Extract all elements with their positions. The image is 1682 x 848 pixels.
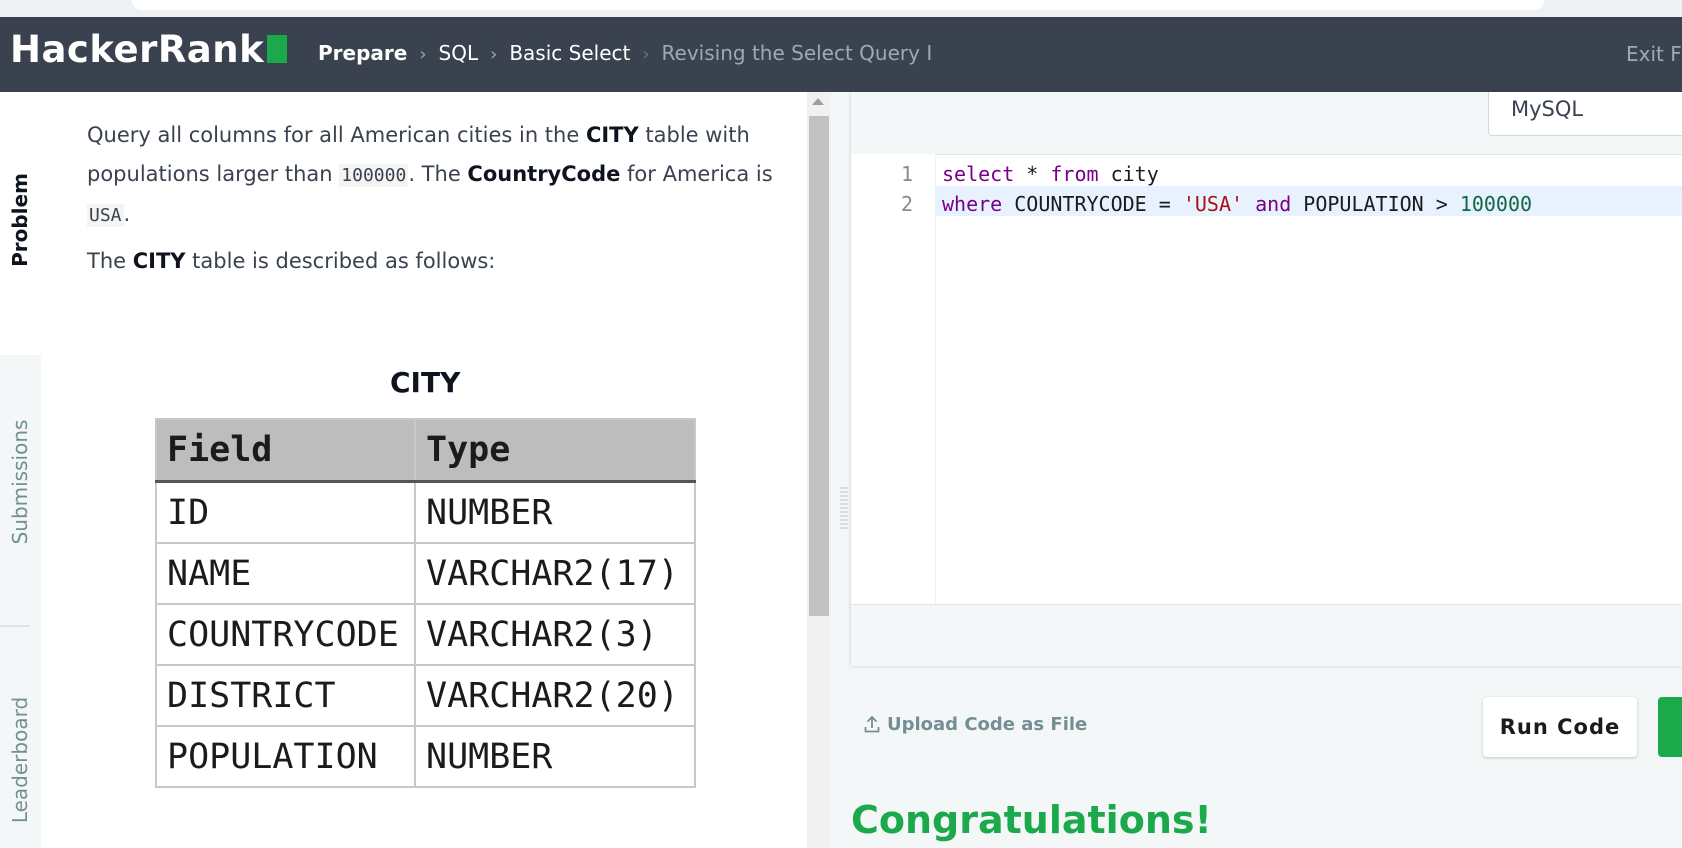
browser-top-strip: [0, 0, 1682, 17]
tab-submissions[interactable]: Submissions: [0, 355, 41, 628]
table-row: POPULATION NUMBER: [155, 725, 696, 788]
problem-bold-countrycode: CountryCode: [467, 162, 621, 186]
breadcrumb: Prepare › SQL › Basic Select › Revising the Se…: [318, 43, 932, 64]
problem-text: Query all columns for all American citie…: [87, 123, 586, 147]
tab-problem-label: Problem: [8, 173, 32, 267]
code-input-area[interactable]: select * from city where COUNTRYCODE = '…: [936, 154, 1682, 604]
upload-label: Upload Code as File: [887, 714, 1088, 735]
city-schema-table: Field Type ID NUMBER NAME VARCHAR2(17) COU…: [155, 418, 696, 788]
scrollbar-thumb[interactable]: [809, 116, 829, 616]
editor-footer: [851, 604, 1682, 666]
table-cell: NUMBER: [414, 725, 696, 788]
breadcrumb-current-challenge: Revising the Select Query I: [661, 41, 933, 65]
tab-submissions-label: Submissions: [8, 419, 32, 545]
table-header-type: Type: [414, 418, 696, 483]
chevron-right-icon: ›: [490, 44, 498, 65]
editor-panel: MySQL 1 2 select * from city where COUNT…: [831, 92, 1682, 848]
problem-inline-code: USA: [87, 204, 124, 227]
upload-icon: [864, 715, 880, 733]
table-cell: VARCHAR2(3): [414, 603, 696, 666]
problem-statement: Query all columns for all American citie…: [41, 92, 807, 848]
table-cell: POPULATION: [155, 725, 416, 788]
problem-text: table is described as follows:: [185, 249, 496, 273]
problem-text: table with: [638, 123, 750, 147]
table-header-row: Field Type: [155, 418, 696, 483]
line-number: 2: [900, 192, 913, 216]
line-number-gutter: 1 2: [851, 154, 936, 604]
top-navbar: HackerRank Prepare › SQL › Basic Select › Revi…: [0, 17, 1682, 92]
breadcrumb-basic-select[interactable]: Basic Select: [509, 41, 630, 65]
tab-problem[interactable]: Problem: [0, 92, 41, 355]
table-cell: NUMBER: [414, 480, 696, 544]
table-header-field: Field: [155, 418, 416, 483]
table-cell: DISTRICT: [155, 664, 416, 727]
code-text: POPULATION >: [1291, 192, 1460, 216]
code-text: *: [1014, 162, 1051, 186]
table-cell: ID: [155, 480, 416, 544]
upload-code-button[interactable]: Upload Code as File: [864, 714, 1087, 735]
scroll-up-arrow-icon[interactable]: [812, 98, 824, 105]
table-row: ID NUMBER: [155, 480, 696, 544]
code-line-1: select * from city: [942, 162, 1159, 186]
sql-string: 'USA': [1182, 192, 1244, 216]
table-cell: NAME: [155, 542, 416, 605]
table-cell: VARCHAR2(20): [414, 664, 696, 727]
breadcrumb-prepare[interactable]: Prepare: [318, 41, 407, 65]
sql-keyword: where: [942, 192, 1003, 216]
sql-number: 100000: [1459, 192, 1533, 216]
problem-text: . The: [408, 162, 468, 186]
line-number: 1: [900, 162, 913, 186]
tab-leaderboard[interactable]: Leaderboard: [0, 628, 41, 848]
problem-inline-code: 100000: [339, 164, 409, 187]
problem-text: populations larger than: [87, 162, 340, 186]
code-text: city: [1098, 162, 1159, 186]
city-table-title: CITY: [390, 366, 461, 399]
browser-address-bar[interactable]: [132, 0, 1544, 10]
tab-divider: [0, 625, 30, 627]
logo-green-block-icon: [267, 35, 288, 63]
exit-fullscreen-link[interactable]: Exit Fu: [1626, 44, 1682, 64]
problem-text: .: [123, 202, 131, 226]
table-row: DISTRICT VARCHAR2(20): [155, 664, 696, 727]
submit-code-button[interactable]: [1658, 697, 1682, 757]
chevron-right-icon: ›: [642, 44, 650, 65]
sql-keyword: from: [1050, 162, 1099, 186]
problem-text: for America is: [620, 162, 773, 186]
table-row: NAME VARCHAR2(17): [155, 542, 696, 605]
table-cell: VARCHAR2(17): [414, 542, 696, 605]
problem-bold-city: CITY: [132, 249, 186, 273]
problem-text: The: [87, 249, 133, 273]
code-text: COUNTRYCODE =: [1002, 192, 1183, 216]
sql-keyword: and: [1255, 192, 1292, 216]
sql-keyword: select: [942, 162, 1015, 186]
problem-line-2: populations larger than 100000. The Coun…: [87, 153, 773, 197]
problem-scrollbar[interactable]: [807, 92, 831, 848]
problem-bold-city: CITY: [585, 123, 639, 147]
tab-leaderboard-label: Leaderboard: [8, 696, 32, 824]
code-line-2: where COUNTRYCODE = 'USA' and POPULATION…: [942, 192, 1532, 216]
chevron-right-icon: ›: [419, 44, 427, 65]
side-tabs: Problem Submissions Leaderboard: [0, 92, 41, 848]
table-row: COUNTRYCODE VARCHAR2(3): [155, 603, 696, 666]
success-message: Congratulations!: [851, 798, 1212, 842]
editor-toolbar: MySQL: [851, 92, 1682, 155]
table-cell: COUNTRYCODE: [155, 603, 416, 666]
resize-handle-icon[interactable]: [840, 487, 848, 531]
problem-line-4: The CITY table is described as follows:: [87, 240, 495, 283]
run-code-button[interactable]: Run Code: [1483, 697, 1637, 757]
language-select[interactable]: MySQL: [1488, 92, 1682, 136]
problem-line-1: Query all columns for all American citie…: [87, 114, 750, 157]
hackerrank-logo[interactable]: HackerRank: [10, 28, 288, 71]
code-editor: MySQL 1 2 select * from city where COUNT…: [851, 92, 1682, 666]
breadcrumb-sql[interactable]: SQL: [439, 41, 479, 65]
problem-line-3: USA.: [87, 193, 130, 237]
logo-text: HackerRank: [10, 28, 265, 71]
